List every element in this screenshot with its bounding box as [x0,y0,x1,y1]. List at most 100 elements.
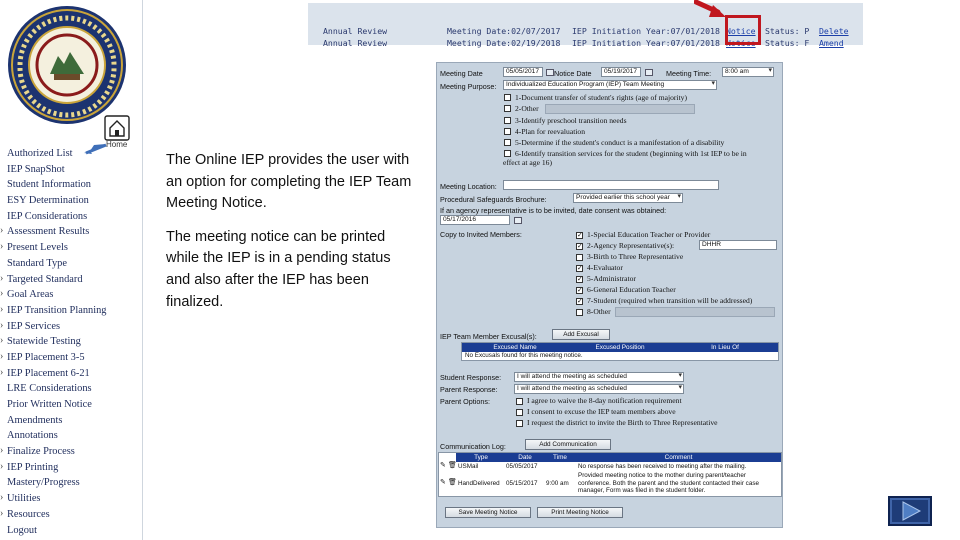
sidebar-item-assessment-results[interactable]: Assessment Results [0,223,142,240]
sidebar-item-resources[interactable]: Resources [0,506,142,523]
sidebar-item-standard-type[interactable]: Standard Type [0,256,142,272]
member-checkbox[interactable] [576,309,583,316]
parent-option-checkbox[interactable] [516,420,523,427]
edit-icon[interactable]: ✎ [440,462,446,470]
sidebar-item-iep-snapshot[interactable]: IEP SnapShot [0,162,142,178]
delete-link[interactable]: Delete [819,26,849,36]
other-member-input[interactable] [615,307,775,317]
sidebar-item-present-levels[interactable]: Present Levels [0,239,142,256]
procedural-safeguards-select[interactable]: Provided earlier this school year [573,193,683,203]
meeting-time-label: Meeting Time: [666,69,712,78]
meeting-status: Status: F [765,38,810,48]
sidebar-item-prior-written-notice[interactable]: Prior Written Notice [0,397,142,413]
sidebar-item-iep-placement-6-21[interactable]: IEP Placement 6-21 [0,365,142,382]
meeting-date-label: Meeting Date [440,69,483,78]
save-meeting-notice-button[interactable]: Save Meeting Notice [445,507,531,518]
agency-representative-input[interactable]: DHHR [699,240,777,250]
sidebar-item-iep-printing[interactable]: IEP Printing [0,459,142,476]
member-checkbox[interactable]: ✓ [576,265,583,272]
other-purpose-input[interactable] [545,104,695,114]
parent-option-checkbox[interactable] [516,409,523,416]
notice-highlight-box [725,15,761,45]
student-response-select[interactable]: I will attend the meeting as scheduled [514,372,684,382]
meeting-type: Annual Review [323,26,388,36]
purpose-checkbox[interactable] [504,128,511,135]
purpose-checkbox[interactable] [504,105,511,112]
sidebar-item-student-information[interactable]: Student Information [0,177,142,193]
sidebar-item-targeted-standard[interactable]: Targeted Standard [0,271,142,288]
purpose-checkbox[interactable] [504,117,511,124]
edit-icon[interactable]: ✎ [440,479,446,487]
sidebar-item-finalize-process[interactable]: Finalize Process [0,443,142,460]
sidebar-item-amendments[interactable]: Amendments [0,413,142,429]
sidebar-item-esy-determination[interactable]: ESY Determination [0,193,142,209]
sidebar-item-statewide-testing[interactable]: Statewide Testing [0,333,142,350]
meeting-row: Annual Review Meeting Date:02/07/2017 IE… [308,26,863,38]
member-option: 7-Student (required when transition will… [587,296,753,305]
member-checkbox[interactable]: ✓ [576,298,583,305]
add-communication-button[interactable]: Add Communication [525,439,611,450]
iep-initiation-year: IEP Initiation Year:07/01/2018 [572,26,720,36]
parent-options-label: Parent Options: [440,397,490,406]
comm-comment: Provided meeting notice to the mother du… [578,472,759,495]
purpose-checkbox[interactable] [504,150,511,157]
print-meeting-notice-button[interactable]: Print Meeting Notice [537,507,623,518]
description-paragraph-1: The Online IEP provides the user with an… [166,152,412,212]
comm-type: HandDelivered [458,480,500,487]
member-option: 1-Special Education Teacher or Provider [587,230,711,239]
meeting-purpose-label: Meeting Purpose: [440,82,497,91]
member-option: 2-Agency Representative(s): [587,241,675,250]
member-checkbox[interactable]: ✓ [576,276,583,283]
comm-header-comment: Comment [576,453,781,462]
description-text: The Online IEP provides the user with an… [166,150,416,325]
delete-icon[interactable]: 🗑 [448,479,457,487]
excusal-header-position: Excused Position [568,343,672,352]
sidebar-item-logout[interactable]: Logout [0,523,142,539]
agency-consent-date-input[interactable]: 05/17/2016 [440,215,510,225]
calendar-icon[interactable] [645,69,653,76]
amend-link[interactable]: Amend [819,38,844,48]
copy-to-invited-label: Copy to Invited Members: [440,230,522,239]
add-excusal-button[interactable]: Add Excusal [552,329,610,340]
parent-option: I consent to excuse the IEP team members… [527,407,676,416]
meeting-time-select[interactable]: 8:00 am [722,67,774,77]
meeting-date: Meeting Date:02/19/2018 [447,38,561,48]
meeting-status: Status: P [765,26,810,36]
sidebar-item-goal-areas[interactable]: Goal Areas [0,286,142,303]
meeting-location-input[interactable] [503,180,719,190]
purpose-checkbox[interactable] [504,94,511,101]
calendar-icon[interactable] [514,217,522,224]
sidebar-item-lre-considerations[interactable]: LRE Considerations [0,381,142,397]
sidebar-item-authorized-list[interactable]: Authorized List [0,146,142,162]
play-arrow-icon [902,501,922,521]
delete-icon[interactable]: 🗑 [448,462,457,470]
comm-comment: No response has been received to meeting… [578,463,747,470]
sidebar-item-iep-placement-3-5[interactable]: IEP Placement 3-5 [0,349,142,366]
sidebar-item-iep-considerations[interactable]: IEP Considerations [0,209,142,225]
parent-option-checkbox[interactable] [516,398,523,405]
sidebar-item-utilities[interactable]: Utilities [0,490,142,507]
wv-department-of-education-seal-icon [8,6,126,124]
purpose-checkbox[interactable] [504,139,511,146]
comm-header-time: Time [544,453,576,462]
member-checkbox[interactable]: ✓ [576,243,583,250]
meeting-date-input[interactable]: 05/05/2017 [503,67,543,77]
member-option: 4-Evaluator [587,263,623,272]
member-checkbox[interactable] [576,254,583,261]
sidebar-item-iep-transition-planning[interactable]: IEP Transition Planning [0,302,142,319]
next-slide-button[interactable] [888,496,932,526]
sidebar-nav: Authorized List IEP SnapShot Student Infor… [0,146,142,538]
sidebar-item-iep-services[interactable]: IEP Services [0,318,142,335]
comm-header-date: Date [506,453,544,462]
calendar-icon[interactable] [546,69,554,76]
notice-date-input[interactable]: 05/19/2017 [601,67,641,77]
purpose-option: 1-Document transfer of student's rights … [515,93,687,102]
member-checkbox[interactable]: ✓ [576,232,583,239]
sidebar-item-annotations[interactable]: Annotations [0,428,142,444]
parent-response-select[interactable]: I will attend the meeting as scheduled [514,384,684,394]
member-checkbox[interactable]: ✓ [576,287,583,294]
meeting-purpose-select[interactable]: Individualized Education Program (IEP) T… [503,80,717,90]
home-icon [104,115,130,141]
red-arrow-icon [694,0,726,17]
sidebar-item-mastery-progress[interactable]: Mastery/Progress [0,475,142,491]
